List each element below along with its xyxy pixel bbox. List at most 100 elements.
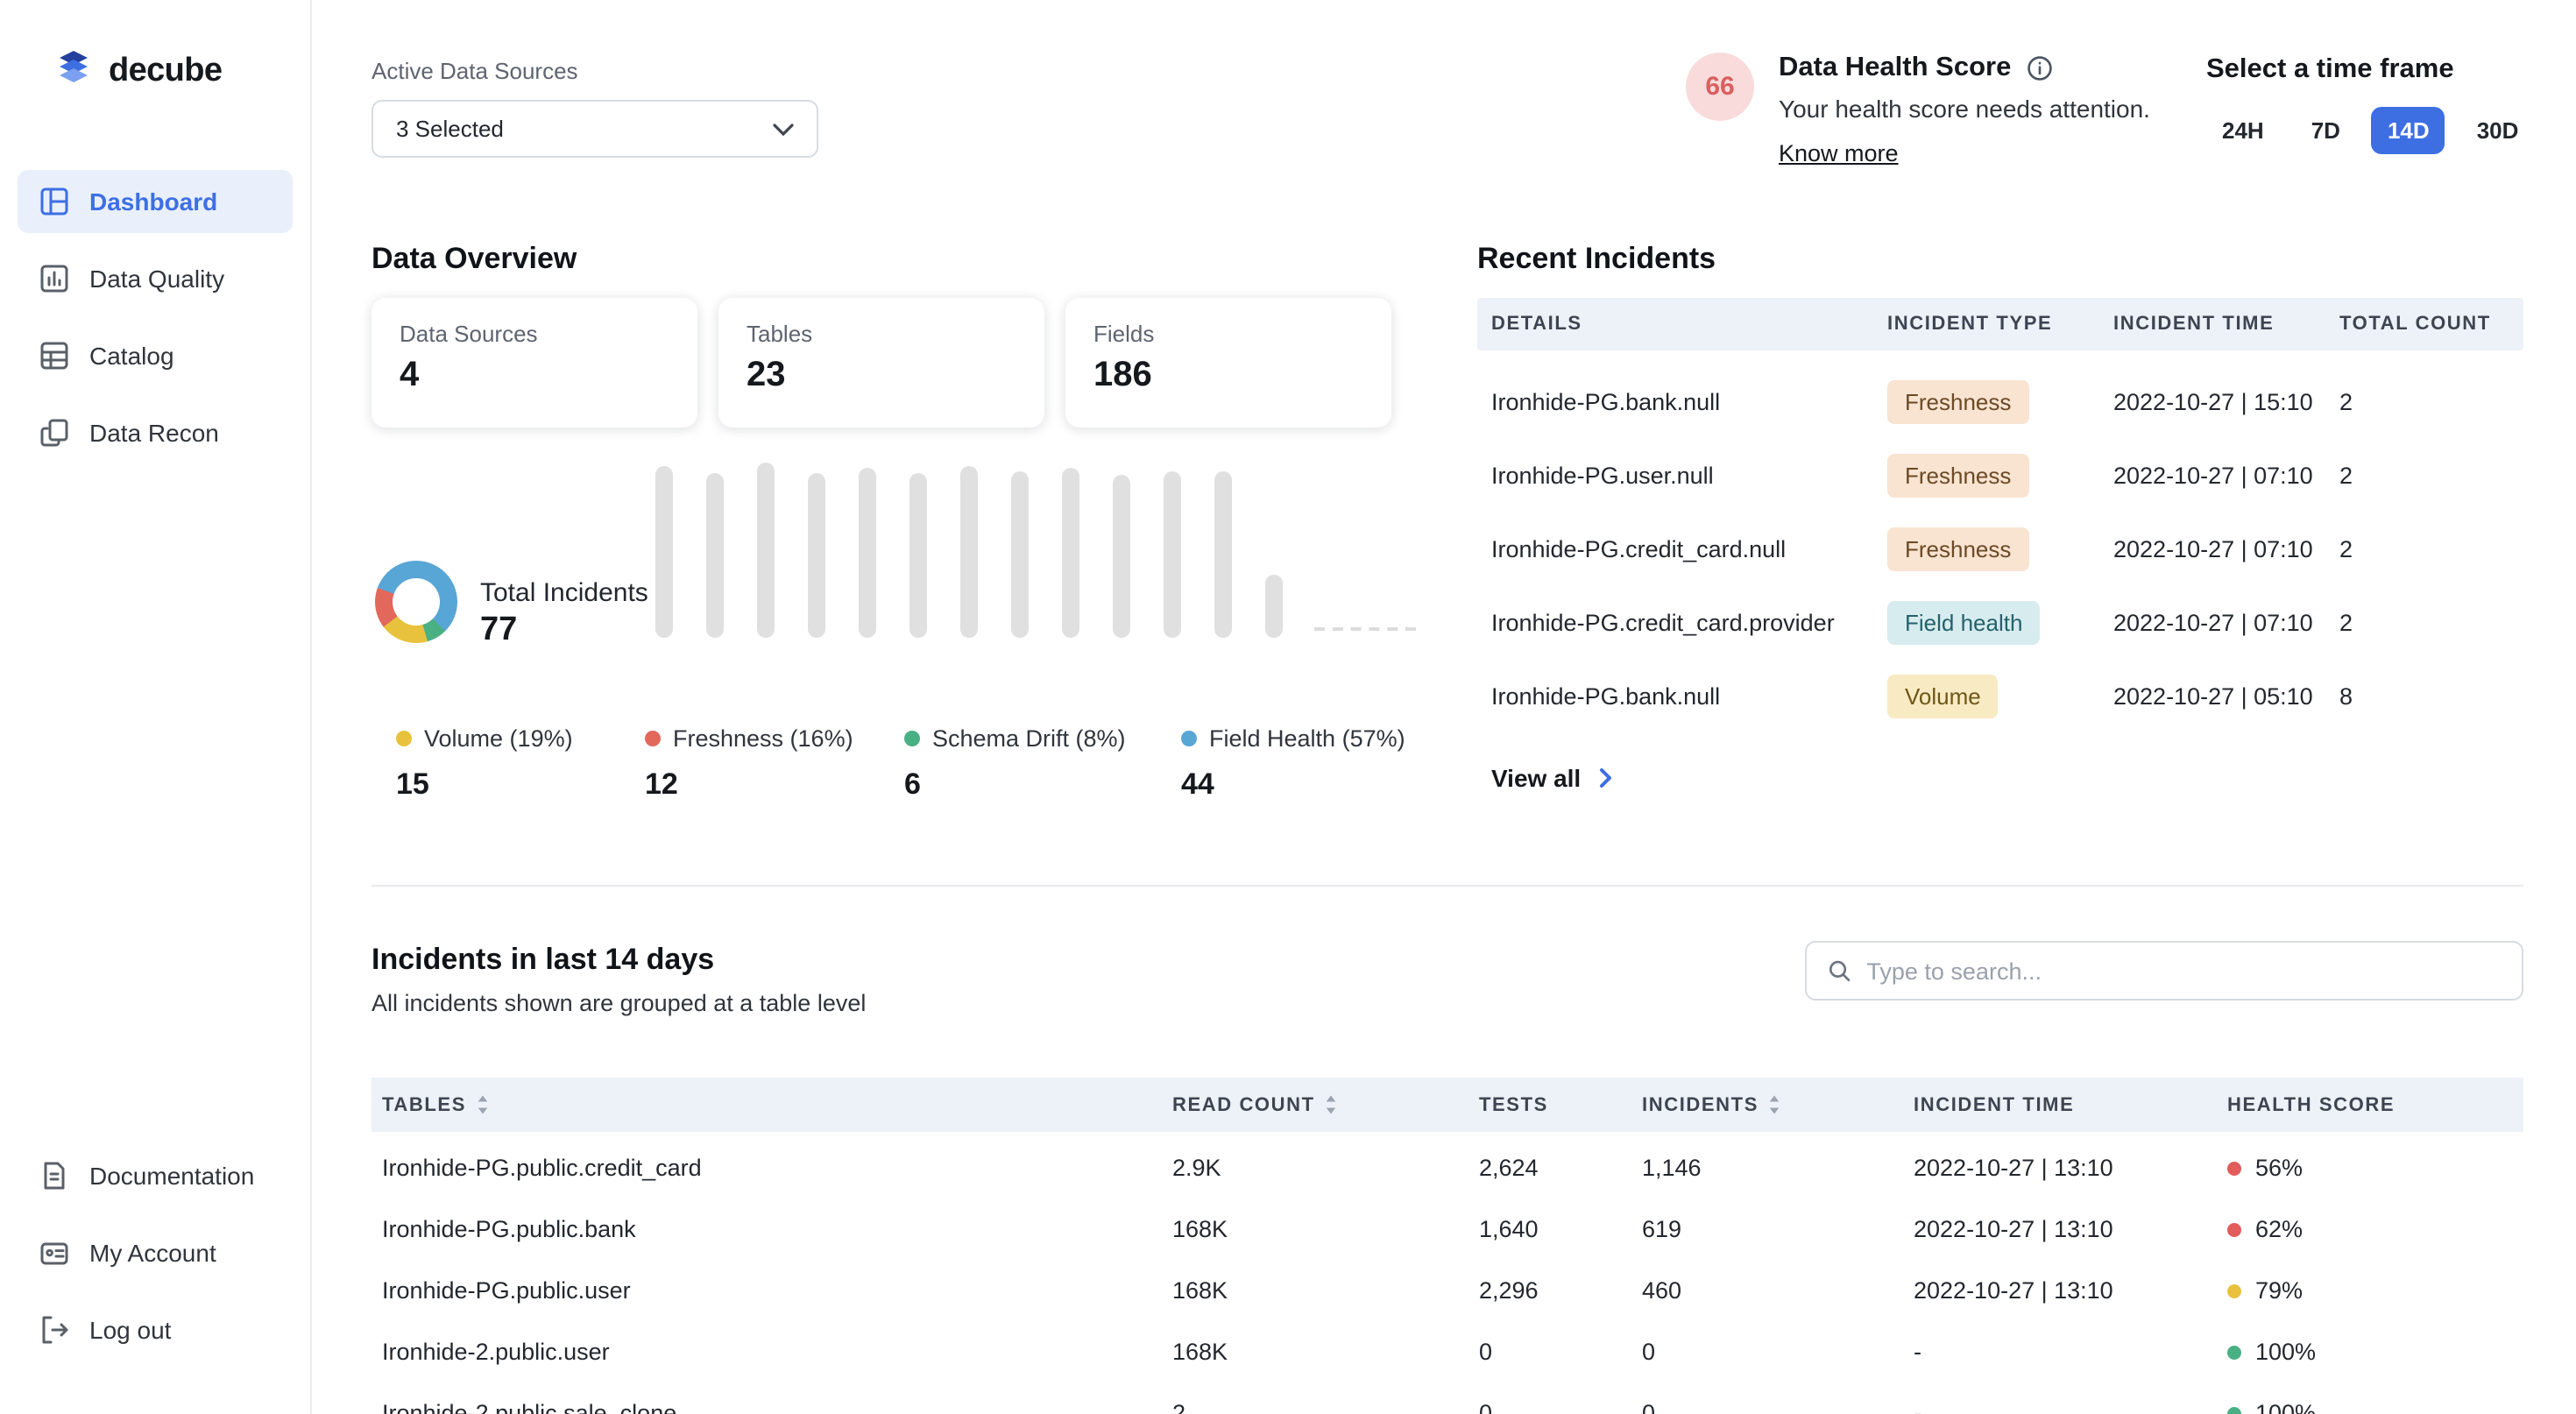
sort-icon[interactable] xyxy=(477,1095,489,1114)
column-header-tests: TESTS xyxy=(1468,1094,1631,1115)
sidebar-item-my-account[interactable]: My Account xyxy=(18,1221,293,1284)
timeframe-button-14d[interactable]: 14D xyxy=(2372,107,2445,154)
table-row[interactable]: Ironhide-PG.public.bank 168K 1,640 619 2… xyxy=(372,1198,2523,1260)
sidebar-item-label: Data Quality xyxy=(89,265,224,293)
sidebar-item-label: My Account xyxy=(89,1239,216,1267)
health-score-dot-icon xyxy=(2227,1222,2241,1236)
incident-type-badge: Freshness xyxy=(1887,453,2028,497)
column-header-label: HEALTH SCORE xyxy=(2227,1094,2395,1115)
table-row[interactable]: Ironhide-PG.public.credit_card 2.9K 2,62… xyxy=(372,1137,2523,1198)
sidebar-item-logout[interactable]: Log out xyxy=(18,1298,293,1361)
health-score-title: Data Health Score xyxy=(1779,53,2011,84)
column-header-incident-time: INCIDENT TIME xyxy=(2099,314,2325,335)
compare-docs-icon xyxy=(39,417,70,449)
stat-card-value: 186 xyxy=(1093,356,1363,396)
health-score-value: 100% xyxy=(2255,1400,2316,1414)
health-score-value: 100% xyxy=(2255,1339,2316,1365)
incident-row[interactable]: Ironhide-PG.user.null Freshness 2022-10-… xyxy=(1477,438,2523,512)
timeframe-selector: Select a time frame 24H 7D 14D 30D xyxy=(2206,54,2534,154)
sort-icon[interactable] xyxy=(1769,1095,1781,1114)
incidents-14d-header-row: TABLES READ COUNT TESTS INCIDENTS INCIDE… xyxy=(372,1078,2523,1132)
sidebar-item-label: Log out xyxy=(89,1316,171,1344)
table-row[interactable]: Ironhide-2.public.sale_clone 2 0 0 - 100… xyxy=(372,1382,2523,1414)
dashboard-icon xyxy=(39,186,70,217)
field-health-dot-icon xyxy=(1181,731,1197,746)
data-sources-dropdown[interactable]: 3 Selected xyxy=(372,100,818,158)
incident-time: 2022-10-27 | 13:10 xyxy=(1903,1216,2217,1242)
read-count: 168K xyxy=(1162,1216,1468,1242)
health-score-message: Your health score needs attention. xyxy=(1779,95,2150,123)
column-header-incident-type: INCIDENT TYPE xyxy=(1873,314,2099,335)
incident-time: 2022-10-27 | 05:10 xyxy=(2099,682,2325,709)
sidebar-item-data-quality[interactable]: Data Quality xyxy=(18,247,293,310)
incidents-count: 1,146 xyxy=(1631,1155,1903,1181)
incident-type-badge: Freshness xyxy=(1887,379,2028,423)
incident-row[interactable]: Ironhide-PG.credit_card.provider Field h… xyxy=(1477,585,2523,659)
health-score-dot-icon xyxy=(2227,1161,2241,1175)
legend-item-field-health: Field Health (57%) 44 xyxy=(1181,725,1405,802)
sort-icon[interactable] xyxy=(1326,1095,1338,1114)
read-count: 168K xyxy=(1162,1277,1468,1304)
health-score-value: 79% xyxy=(2255,1277,2303,1304)
column-header-health-score: HEALTH SCORE xyxy=(2217,1094,2523,1115)
chevron-right-icon xyxy=(1593,766,1617,790)
timeframe-button-7d[interactable]: 7D xyxy=(2296,107,2356,154)
incident-details: Ironhide-PG.bank.null xyxy=(1477,682,1873,709)
sidebar-item-catalog[interactable]: Catalog xyxy=(18,324,293,387)
incident-count: 2 xyxy=(2325,609,2523,635)
id-card-icon xyxy=(39,1237,70,1269)
read-count: 2.9K xyxy=(1162,1155,1468,1181)
timeframe-button-24h[interactable]: 24H xyxy=(2206,107,2280,154)
search-box xyxy=(1805,941,2523,1000)
incident-count: 8 xyxy=(2325,682,2523,709)
volume-dot-icon xyxy=(396,731,412,746)
table-name: Ironhide-PG.public.credit_card xyxy=(372,1155,1162,1181)
column-header-label: READ COUNT xyxy=(1172,1094,1315,1115)
bar-chart-icon xyxy=(39,263,70,294)
info-icon[interactable] xyxy=(2025,54,2053,82)
search-input[interactable] xyxy=(1866,958,2501,984)
legend-value: 15 xyxy=(396,767,573,802)
view-all-link[interactable]: View all xyxy=(1491,764,1617,792)
column-header-label: TESTS xyxy=(1479,1094,1548,1115)
sidebar-item-documentation[interactable]: Documentation xyxy=(18,1144,293,1207)
sidebar-item-data-recon[interactable]: Data Recon xyxy=(18,401,293,464)
table-row[interactable]: Ironhide-PG.public.user 168K 2,296 460 2… xyxy=(372,1260,2523,1321)
stat-card-label: Data Sources xyxy=(400,321,669,347)
incident-row[interactable]: Ironhide-PG.credit_card.null Freshness 2… xyxy=(1477,512,2523,585)
column-header-incidents[interactable]: INCIDENTS xyxy=(1631,1094,1903,1115)
legend-label: Volume (19%) xyxy=(424,725,573,752)
table-name: Ironhide-2.public.sale_clone xyxy=(372,1400,1162,1414)
incident-time: 2022-10-27 | 07:10 xyxy=(2099,462,2325,488)
overview-cards: Data Sources 4 Tables 23 Fields 186 xyxy=(372,298,1391,428)
incident-time: - xyxy=(1903,1400,2217,1414)
sidebar: decube Dashboard Data Quality Catalog Da… xyxy=(0,0,312,1414)
tests-count: 2,624 xyxy=(1468,1155,1631,1181)
dashboard-page: decube Dashboard Data Quality Catalog Da… xyxy=(0,0,2576,1414)
table-row[interactable]: Ironhide-2.public.user 168K 0 0 - 100% xyxy=(372,1321,2523,1382)
incidents-count: 460 xyxy=(1631,1277,1903,1304)
column-header-total-count: TOTAL COUNT xyxy=(2325,314,2523,335)
incidents-14d-title: Incidents in last 14 days xyxy=(372,943,714,978)
brand-name: decube xyxy=(109,52,222,90)
incidents-count: 619 xyxy=(1631,1216,1903,1242)
know-more-link[interactable]: Know more xyxy=(1779,140,1899,166)
incidents-count: 0 xyxy=(1631,1339,1903,1365)
incidents-count: 0 xyxy=(1631,1400,1903,1414)
incident-row[interactable]: Ironhide-PG.bank.null Volume 2022-10-27 … xyxy=(1477,659,2523,732)
stat-card-value: 4 xyxy=(400,356,669,396)
column-header-read-count[interactable]: READ COUNT xyxy=(1162,1094,1468,1115)
incident-row[interactable]: Ironhide-PG.bank.null Freshness 2022-10-… xyxy=(1477,364,2523,438)
timeframe-button-30d[interactable]: 30D xyxy=(2461,107,2535,154)
column-header-tables[interactable]: TABLES xyxy=(372,1094,1162,1115)
total-incidents-label: Total Incidents xyxy=(480,578,648,608)
incidents-14d-table: TABLES READ COUNT TESTS INCIDENTS INCIDE… xyxy=(372,1078,2523,1414)
sidebar-item-dashboard[interactable]: Dashboard xyxy=(18,170,293,233)
health-score-value: 62% xyxy=(2255,1216,2303,1242)
health-score-value: 56% xyxy=(2255,1155,2303,1181)
column-header-label: TABLES xyxy=(382,1094,466,1115)
document-icon xyxy=(39,1160,70,1191)
freshness-dot-icon xyxy=(645,731,661,746)
legend-label: Schema Drift (8%) xyxy=(932,725,1126,752)
incident-time: 2022-10-27 | 13:10 xyxy=(1903,1155,2217,1181)
